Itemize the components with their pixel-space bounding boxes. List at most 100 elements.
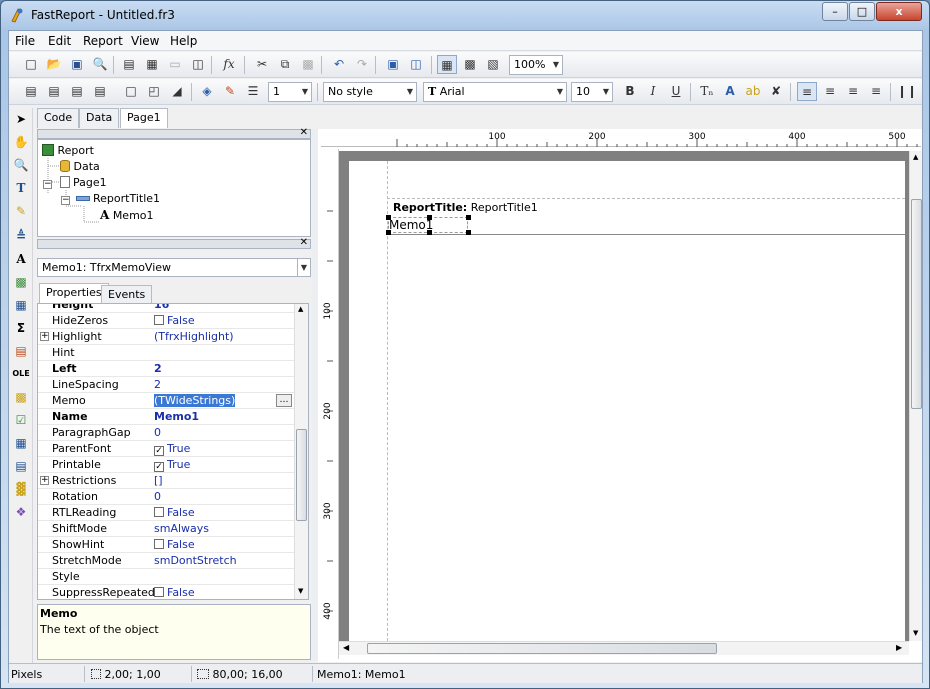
font-size-combo[interactable]: 10 ▼ bbox=[571, 82, 613, 102]
property-value[interactable]: False bbox=[154, 585, 292, 599]
property-value[interactable]: (TWideStrings) bbox=[154, 393, 292, 408]
property-row[interactable]: ShiftMode smAlways bbox=[38, 521, 294, 537]
menu-report[interactable]: Report bbox=[83, 34, 123, 48]
highlight-icon[interactable]: ab bbox=[743, 82, 763, 101]
property-row[interactable]: + Restrictions [] bbox=[38, 473, 294, 489]
property-row[interactable]: Height 16 bbox=[38, 304, 294, 313]
frame-all-icon[interactable]: □ bbox=[121, 82, 141, 101]
property-row[interactable]: RTLReading False bbox=[38, 505, 294, 521]
align-right-icon[interactable]: ≡ bbox=[843, 82, 863, 101]
align-left-icon[interactable]: ≡ bbox=[797, 82, 817, 101]
scroll-up-icon[interactable]: ▲ bbox=[298, 305, 303, 313]
frame-shadow-icon[interactable]: ◢ bbox=[167, 82, 187, 101]
align-center-icon[interactable]: ≡ bbox=[820, 82, 840, 101]
fill-color-icon[interactable]: ◈ bbox=[197, 82, 217, 101]
property-value[interactable]: (TfrxHighlight) bbox=[154, 329, 292, 344]
property-checkbox[interactable]: ✓ bbox=[154, 462, 164, 472]
scroll-down-icon[interactable]: ▼ bbox=[913, 629, 918, 637]
hand-tool-icon[interactable]: ✋ bbox=[12, 133, 30, 151]
property-value[interactable]: ✓ True bbox=[154, 457, 292, 472]
save-icon[interactable]: ▣ bbox=[67, 55, 87, 74]
undo-icon[interactable]: ↶ bbox=[329, 55, 349, 74]
cut-icon[interactable]: ✂ bbox=[252, 55, 272, 74]
maximize-button[interactable]: □ bbox=[849, 2, 875, 21]
property-value[interactable]: [] bbox=[154, 473, 292, 488]
zoom-tool-icon[interactable]: 🔍 bbox=[12, 156, 30, 174]
new-report-icon[interactable]: □ bbox=[21, 55, 41, 74]
property-row[interactable]: Memo (TWideStrings)… bbox=[38, 393, 294, 409]
tab-data[interactable]: Data bbox=[79, 108, 120, 128]
design-vertical-scrollbar[interactable]: ▲ ▼ bbox=[909, 151, 922, 641]
paste-icon[interactable]: ▩ bbox=[298, 55, 318, 74]
resize-handle[interactable] bbox=[427, 230, 432, 235]
property-row[interactable]: Name Memo1 bbox=[38, 409, 294, 425]
property-row[interactable]: ShowHint False bbox=[38, 537, 294, 553]
property-value[interactable]: smAlways bbox=[154, 521, 292, 536]
property-value[interactable]: ✓ True bbox=[154, 441, 292, 456]
property-value[interactable]: 2 bbox=[154, 361, 292, 376]
ellipsis-button[interactable]: … bbox=[276, 394, 292, 407]
align-justify-icon[interactable]: ≡ bbox=[866, 82, 886, 101]
font-color-icon[interactable]: A bbox=[720, 82, 740, 101]
tab-properties[interactable]: Properties bbox=[39, 283, 109, 303]
open-folder-icon[interactable]: 📂 bbox=[44, 55, 64, 74]
subreport-icon[interactable]: ▦ bbox=[12, 296, 30, 314]
frame-color-icon[interactable]: ✎ bbox=[220, 82, 240, 101]
frame-top-icon[interactable]: ▤ bbox=[21, 82, 41, 101]
rich-text-icon[interactable]: ▤ bbox=[12, 342, 30, 360]
frame-none-icon[interactable]: ◰ bbox=[144, 82, 164, 101]
new-dialog-icon[interactable]: ▦ bbox=[142, 55, 162, 74]
dialog-control-icon[interactable]: ▤ bbox=[12, 457, 30, 475]
tree-item-page1[interactable]: − Page1 bbox=[43, 175, 107, 191]
frame-width-combo[interactable]: 1 ▼ bbox=[268, 82, 312, 102]
property-value[interactable]: False bbox=[154, 537, 292, 552]
menu-help[interactable]: Help bbox=[170, 34, 197, 48]
resize-handle[interactable] bbox=[427, 215, 432, 220]
ole-object-icon[interactable]: OLE bbox=[12, 365, 30, 383]
show-grid-icon[interactable]: ▦ bbox=[437, 55, 457, 74]
property-value[interactable]: Memo1 bbox=[154, 409, 292, 424]
close-icon[interactable]: ✕ bbox=[300, 127, 308, 138]
close-icon[interactable]: ✕ bbox=[300, 237, 308, 248]
scroll-thumb[interactable] bbox=[911, 199, 922, 409]
frame-bottom-icon[interactable]: ▤ bbox=[44, 82, 64, 101]
property-checkbox[interactable] bbox=[154, 587, 164, 597]
page-settings-icon[interactable]: ◫ bbox=[188, 55, 208, 74]
title-bar[interactable]: FastReport - Untitled.fr3 – □ x bbox=[1, 1, 929, 29]
more-objects-icon[interactable]: ❖ bbox=[12, 503, 30, 521]
property-checkbox[interactable]: ✓ bbox=[154, 446, 164, 456]
fit-to-grid-icon[interactable]: ▧ bbox=[483, 55, 503, 74]
text-object-icon[interactable]: A bbox=[12, 250, 30, 268]
property-checkbox[interactable] bbox=[154, 507, 164, 517]
property-value[interactable]: 0 bbox=[154, 489, 292, 504]
font-settings-icon[interactable]: Tₙ bbox=[697, 82, 717, 101]
resize-handle[interactable] bbox=[466, 230, 471, 235]
property-row[interactable]: SuppressRepeated False bbox=[38, 585, 294, 599]
tree-item-reporttitle1[interactable]: − ReportTitle1 bbox=[61, 191, 160, 207]
variables-fx-icon[interactable]: fx bbox=[219, 55, 239, 74]
bold-button[interactable]: B bbox=[620, 82, 640, 101]
frame-style-icon[interactable]: ☰ bbox=[243, 82, 263, 101]
properties-scrollbar[interactable]: ▲ ▼ bbox=[294, 304, 308, 599]
style-combo[interactable]: No style ▼ bbox=[323, 82, 417, 102]
copy-icon[interactable]: ⧉ bbox=[275, 55, 295, 74]
menu-file[interactable]: File bbox=[15, 34, 35, 48]
property-value[interactable]: 0 bbox=[154, 425, 292, 440]
property-row[interactable]: Hint bbox=[38, 345, 294, 361]
frame-left-icon[interactable]: ▤ bbox=[67, 82, 87, 101]
redo-icon[interactable]: ↷ bbox=[352, 55, 372, 74]
tree-item-memo1[interactable]: A Memo1 bbox=[100, 207, 154, 224]
menu-edit[interactable]: Edit bbox=[48, 34, 71, 48]
close-button[interactable]: x bbox=[876, 2, 922, 21]
property-row[interactable]: Rotation 0 bbox=[38, 489, 294, 505]
underline-button[interactable]: U bbox=[666, 82, 686, 101]
property-row[interactable]: Style bbox=[38, 569, 294, 585]
property-value[interactable]: 16 bbox=[154, 304, 292, 312]
text-tool-icon[interactable]: T bbox=[12, 179, 30, 197]
ungroup-icon[interactable]: ◫ bbox=[406, 55, 426, 74]
scroll-thumb[interactable] bbox=[367, 643, 717, 654]
align-to-grid-icon[interactable]: ▩ bbox=[460, 55, 480, 74]
resize-handle[interactable] bbox=[386, 230, 391, 235]
property-checkbox[interactable] bbox=[154, 539, 164, 549]
select-tool-icon[interactable]: ➤ bbox=[12, 110, 30, 128]
